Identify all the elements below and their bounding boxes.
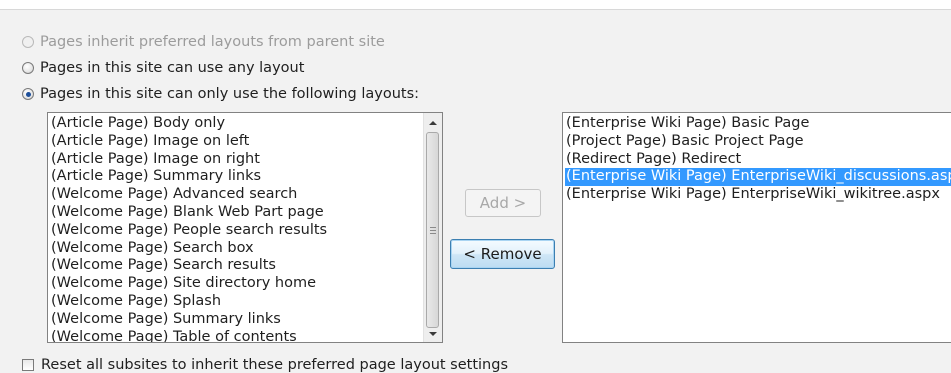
available-layout-item[interactable]: (Welcome Page) Table of contents	[51, 329, 301, 342]
selected-layouts-listbox[interactable]: (Enterprise Wiki Page) Basic Page (Proje…	[562, 112, 951, 343]
available-layouts-listbox[interactable]: (Article Page) Body only (Article Page) …	[47, 112, 443, 343]
radio-following-layouts[interactable]: Pages in this site can only use the foll…	[22, 86, 419, 102]
grip-icon	[429, 226, 436, 234]
available-layout-item[interactable]: (Welcome Page) Search box	[51, 240, 258, 258]
radio-inherit-layouts[interactable]: Pages inherit preferred layouts from par…	[22, 34, 385, 50]
selected-layout-item[interactable]: (Enterprise Wiki Page) EnterpriseWiki_wi…	[566, 186, 944, 204]
radio-following-label: Pages in this site can only use the foll…	[40, 86, 420, 102]
available-scrollbar[interactable]	[423, 113, 442, 342]
radio-inherit-button[interactable]	[22, 36, 34, 48]
available-layout-item[interactable]: (Article Page) Image on right	[51, 151, 264, 169]
selected-layout-item[interactable]: (Enterprise Wiki Page) Basic Page	[566, 115, 813, 133]
available-layout-item[interactable]: (Article Page) Image on left	[51, 133, 253, 151]
reset-subsites-checkbox[interactable]	[22, 359, 34, 371]
radio-inherit-label: Pages inherit preferred layouts from par…	[40, 34, 385, 50]
scroll-up-arrow-icon[interactable]	[424, 114, 442, 131]
remove-button[interactable]: < Remove	[450, 239, 555, 269]
available-layout-item[interactable]: (Welcome Page) Summary links	[51, 311, 285, 329]
available-layout-item[interactable]: (Welcome Page) Blank Web Part page	[51, 204, 328, 222]
selected-layout-item[interactable]: (Project Page) Basic Project Page	[566, 133, 808, 151]
radio-any-label: Pages in this site can use any layout	[40, 60, 305, 76]
selected-layout-item[interactable]: (Redirect Page) Redirect	[566, 151, 745, 169]
available-layout-item[interactable]: (Welcome Page) Splash	[51, 293, 225, 311]
available-layout-item[interactable]: (Article Page) Body only	[51, 115, 229, 133]
available-layout-item[interactable]: (Article Page) Summary links	[51, 168, 265, 186]
available-layout-item[interactable]: (Welcome Page) People search results	[51, 222, 331, 240]
available-layout-item[interactable]: (Welcome Page) Site directory home	[51, 275, 320, 293]
reset-subsites-label: Reset all subsites to inherit these pref…	[41, 357, 509, 373]
radio-following-button[interactable]	[22, 88, 34, 100]
radio-any-button[interactable]	[22, 62, 34, 74]
add-button[interactable]: Add >	[465, 189, 541, 217]
scroll-thumb[interactable]	[426, 132, 439, 328]
reset-subsites-option[interactable]: Reset all subsites to inherit these pref…	[22, 357, 508, 373]
radio-any-layout[interactable]: Pages in this site can use any layout	[22, 60, 304, 76]
selected-layout-item-highlighted[interactable]: (Enterprise Wiki Page) EnterpriseWiki_di…	[565, 168, 951, 187]
available-layout-item[interactable]: (Welcome Page) Advanced search	[51, 186, 301, 204]
available-layout-item[interactable]: (Welcome Page) Search results	[51, 257, 280, 275]
scroll-down-arrow-icon[interactable]	[424, 325, 442, 342]
top-bar	[0, 0, 951, 10]
